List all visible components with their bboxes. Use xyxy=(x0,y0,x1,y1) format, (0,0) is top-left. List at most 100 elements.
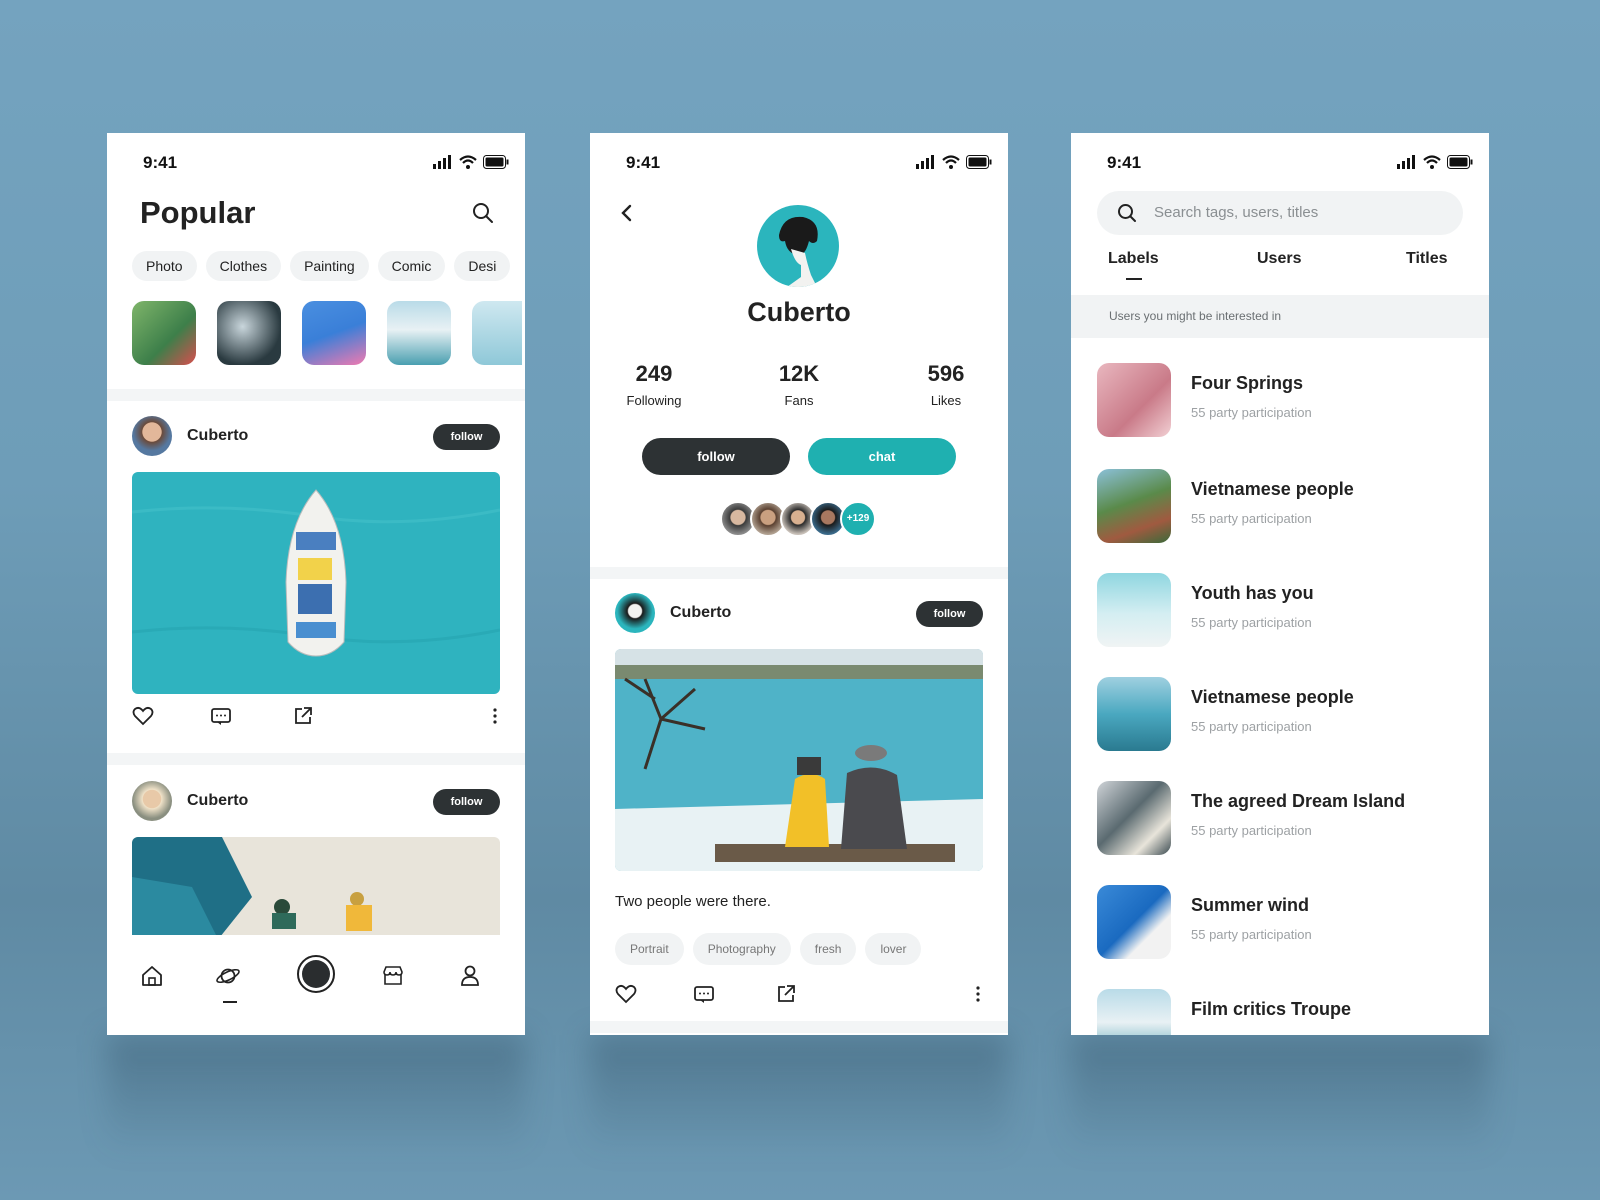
item-title: Youth has you xyxy=(1191,583,1314,603)
list-item[interactable]: Film critics Troupe xyxy=(1097,989,1469,1035)
item-thumbnail xyxy=(1097,989,1171,1035)
item-title: Four Springs xyxy=(1191,373,1303,393)
follow-button[interactable]: follow xyxy=(916,601,983,627)
item-thumbnail xyxy=(1097,363,1171,437)
tab-users[interactable]: Users xyxy=(1257,250,1301,268)
stat-label: Following xyxy=(626,393,682,408)
item-subtitle: 55 party participation xyxy=(1191,511,1312,526)
follow-button[interactable]: follow xyxy=(433,789,500,815)
capture-button[interactable] xyxy=(297,955,335,993)
stat-fans[interactable]: 12K Fans xyxy=(739,361,859,408)
tab-labels[interactable]: Labels xyxy=(1108,250,1159,268)
item-thumbnail xyxy=(1097,677,1171,751)
item-thumbnail xyxy=(1097,469,1171,543)
chip-clothes[interactable]: Clothes xyxy=(205,251,282,281)
comment-icon[interactable] xyxy=(210,705,232,727)
chip-comic[interactable]: Comic xyxy=(377,251,446,281)
chip-photo[interactable]: Photo xyxy=(132,251,197,281)
item-subtitle: 55 party participation xyxy=(1191,405,1312,420)
chat-button[interactable]: chat xyxy=(808,438,956,475)
banner-text: Users you might be interested in xyxy=(1109,309,1282,323)
share-icon[interactable] xyxy=(775,983,797,1005)
list-item[interactable]: Four Springs 55 party participation xyxy=(1097,363,1469,437)
lake-photo xyxy=(615,649,983,871)
list-item[interactable]: Summer wind 55 party participation xyxy=(1097,885,1469,959)
follow-button[interactable]: follow xyxy=(642,438,790,475)
active-tab-indicator xyxy=(223,1001,237,1003)
store-icon[interactable] xyxy=(380,963,406,989)
thumbnail[interactable] xyxy=(472,301,522,365)
avatar[interactable] xyxy=(132,416,172,456)
item-title: The agreed Dream Island xyxy=(1191,791,1406,811)
planet-icon[interactable] xyxy=(215,963,241,989)
battery-icon xyxy=(966,155,992,169)
thumbnail[interactable] xyxy=(217,301,281,365)
post-actions xyxy=(615,983,983,1007)
heart-icon[interactable] xyxy=(615,983,637,1005)
list-item[interactable]: Vietnamese people 55 party participation xyxy=(1097,469,1469,543)
profile-avatar xyxy=(757,205,839,287)
battery-icon xyxy=(1447,155,1473,169)
search-input[interactable]: Search tags, users, titles xyxy=(1097,191,1463,235)
follow-button[interactable]: follow xyxy=(433,424,500,450)
home-icon[interactable] xyxy=(139,963,165,989)
share-icon[interactable] xyxy=(292,705,314,727)
post-author[interactable]: Cuberto xyxy=(670,604,731,622)
thumbnail[interactable] xyxy=(132,301,196,365)
stat-likes[interactable]: 596 Likes xyxy=(886,361,1006,408)
search-icon[interactable] xyxy=(471,201,495,225)
search-screen: 9:41 Search tags, users, titles Labels U… xyxy=(1071,133,1489,1035)
post-image[interactable] xyxy=(132,837,500,947)
tag-chip[interactable]: Portrait xyxy=(615,933,684,965)
avatar[interactable] xyxy=(615,593,655,633)
status-bar: 9:41 xyxy=(590,151,1008,175)
tag-chip[interactable]: fresh xyxy=(799,933,857,965)
list-item[interactable]: Vietnamese people 55 party participation xyxy=(1097,677,1469,751)
page-title: Popular xyxy=(140,195,256,230)
heart-icon[interactable] xyxy=(132,705,154,727)
tag-chip[interactable]: lover xyxy=(865,933,922,965)
stat-label: Fans xyxy=(784,393,814,408)
item-subtitle: 55 party participation xyxy=(1191,823,1312,838)
item-thumbnail xyxy=(1097,781,1171,855)
signal-icon xyxy=(916,155,934,169)
signal-icon xyxy=(433,155,451,169)
tag-chip[interactable]: Photography xyxy=(692,933,791,965)
back-arrow-icon[interactable] xyxy=(620,203,634,223)
story-thumbnails xyxy=(132,301,525,365)
more-followers-count: +129 xyxy=(840,501,876,537)
stat-label: Likes xyxy=(930,393,962,408)
thumbnail[interactable] xyxy=(302,301,366,365)
boat-photo xyxy=(132,472,500,694)
stat-value: 249 xyxy=(635,361,673,386)
status-time: 9:41 xyxy=(1107,153,1142,172)
list-item[interactable]: Youth has you 55 party participation xyxy=(1097,573,1469,647)
item-subtitle: 55 party participation xyxy=(1191,615,1312,630)
post-image[interactable] xyxy=(132,472,500,694)
divider xyxy=(590,567,1008,579)
post-image[interactable] xyxy=(615,649,983,871)
more-icon[interactable] xyxy=(973,983,983,1005)
wifi-icon xyxy=(1423,155,1441,169)
comment-icon[interactable] xyxy=(693,983,715,1005)
chip-painting[interactable]: Painting xyxy=(290,251,369,281)
stat-following[interactable]: 249 Following xyxy=(594,361,714,408)
post-actions xyxy=(132,705,500,729)
tab-titles[interactable]: Titles xyxy=(1406,250,1448,268)
status-bar: 9:41 xyxy=(1071,151,1489,175)
item-subtitle: 55 party participation xyxy=(1191,719,1312,734)
chip-design[interactable]: Desi xyxy=(454,251,511,281)
post-author[interactable]: Cuberto xyxy=(187,792,248,810)
list-item[interactable]: The agreed Dream Island 55 party partici… xyxy=(1097,781,1469,855)
stat-value: 12K xyxy=(778,361,820,386)
profile-icon[interactable] xyxy=(457,963,483,989)
item-thumbnail xyxy=(1097,573,1171,647)
post-header: Cuberto follow xyxy=(615,593,983,633)
post-author[interactable]: Cuberto xyxy=(187,427,248,445)
item-title: Film critics Troupe xyxy=(1191,999,1352,1019)
more-icon[interactable] xyxy=(490,705,500,727)
thumbnail[interactable] xyxy=(387,301,451,365)
avatar[interactable] xyxy=(132,781,172,821)
status-time: 9:41 xyxy=(143,153,178,172)
popular-screen: 9:41 Popular Photo Clothes Painting Comic De… xyxy=(107,133,525,1035)
